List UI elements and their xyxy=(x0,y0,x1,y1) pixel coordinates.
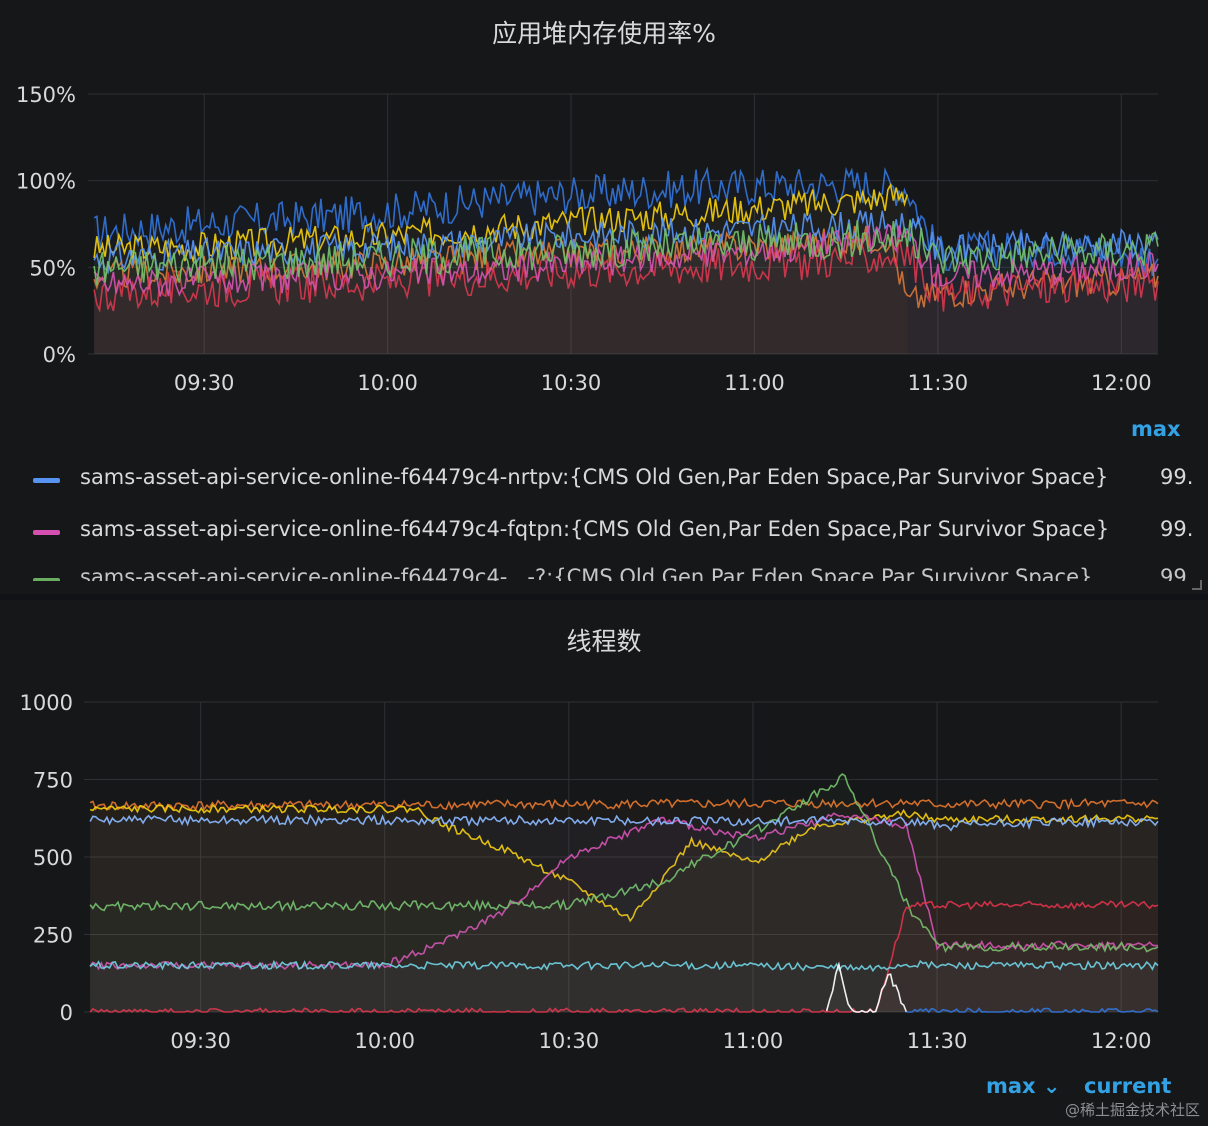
legend-sort-current[interactable]: current xyxy=(1084,1074,1171,1098)
legend-item[interactable]: sams-asset-api-service-online-f64479c4-n… xyxy=(0,457,1208,503)
x-tick-label: 09:30 xyxy=(170,1029,231,1053)
y-tick-label: 500 xyxy=(33,846,73,870)
panel-resize-handle[interactable] xyxy=(1192,580,1202,590)
x-tick-label: 11:30 xyxy=(907,1029,968,1053)
heap-usage-chart[interactable]: 0% 50% 100% 150% 09:30 10:00 10:30 11:00 11:30 12… xyxy=(0,0,1208,410)
y-tick-label: 250 xyxy=(33,924,73,948)
y-tick-label: 0% xyxy=(43,343,76,367)
x-tick-label: 10:30 xyxy=(539,1029,600,1053)
x-tick-label: 10:00 xyxy=(357,371,418,395)
legend-max-value: 99. xyxy=(1160,517,1194,541)
y-tick-label: 50% xyxy=(29,256,76,280)
legend-sort-max[interactable]: max ⌄ xyxy=(986,1074,1061,1098)
legend-max-value: 99. xyxy=(1160,465,1194,489)
watermark: @稀土掘金技术社区 xyxy=(1064,1101,1200,1119)
legend-swatch[interactable] xyxy=(33,530,60,535)
legend-item[interactable]: sams-asset-api-service-online-f64479c4-f… xyxy=(0,509,1208,555)
x-tick-label: 11:30 xyxy=(908,371,969,395)
y-tick-label: 750 xyxy=(33,769,73,793)
thread-count-chart[interactable]: 0 250 500 750 1000 09:30 10:00 10:30 11:00 11:30 1… xyxy=(0,600,1208,1070)
x-tick-label: 10:00 xyxy=(354,1029,415,1053)
heap-usage-panel: 应用堆内存使用率% 0% 50% 100% 150% 09:30 10:00 10:30 11… xyxy=(0,0,1208,594)
y-tick-label: 0 xyxy=(60,1001,73,1025)
legend-series-name[interactable]: sams-asset-api-service-online-f64479c4-.… xyxy=(80,565,1092,581)
x-tick-label: 11:00 xyxy=(723,1029,784,1053)
x-tick-label: 12:00 xyxy=(1091,371,1152,395)
x-tick-label: 11:00 xyxy=(724,371,785,395)
y-tick-label: 1000 xyxy=(20,691,73,715)
legend-swatch[interactable] xyxy=(33,578,60,581)
legend-max-value: 99. xyxy=(1160,565,1194,581)
y-tick-label: 100% xyxy=(16,170,76,194)
thread-count-panel: 线程数 0 250 500 750 1000 09:30 10:00 10:30 11:00 11… xyxy=(0,600,1208,1126)
legend-series-name[interactable]: sams-asset-api-service-online-f64479c4-n… xyxy=(80,465,1108,489)
series-area xyxy=(90,816,1158,1013)
x-tick-label: 10:30 xyxy=(541,371,602,395)
y-tick-label: 150% xyxy=(16,83,76,107)
legend-item[interactable]: sams-asset-api-service-online-f64479c4-.… xyxy=(0,557,1208,581)
legend-swatch[interactable] xyxy=(33,478,60,483)
x-tick-label: 12:00 xyxy=(1091,1029,1152,1053)
legend-sort-max[interactable]: max xyxy=(1131,417,1181,441)
legend-series-name[interactable]: sams-asset-api-service-online-f64479c4-f… xyxy=(80,517,1109,541)
x-tick-label: 09:30 xyxy=(174,371,235,395)
